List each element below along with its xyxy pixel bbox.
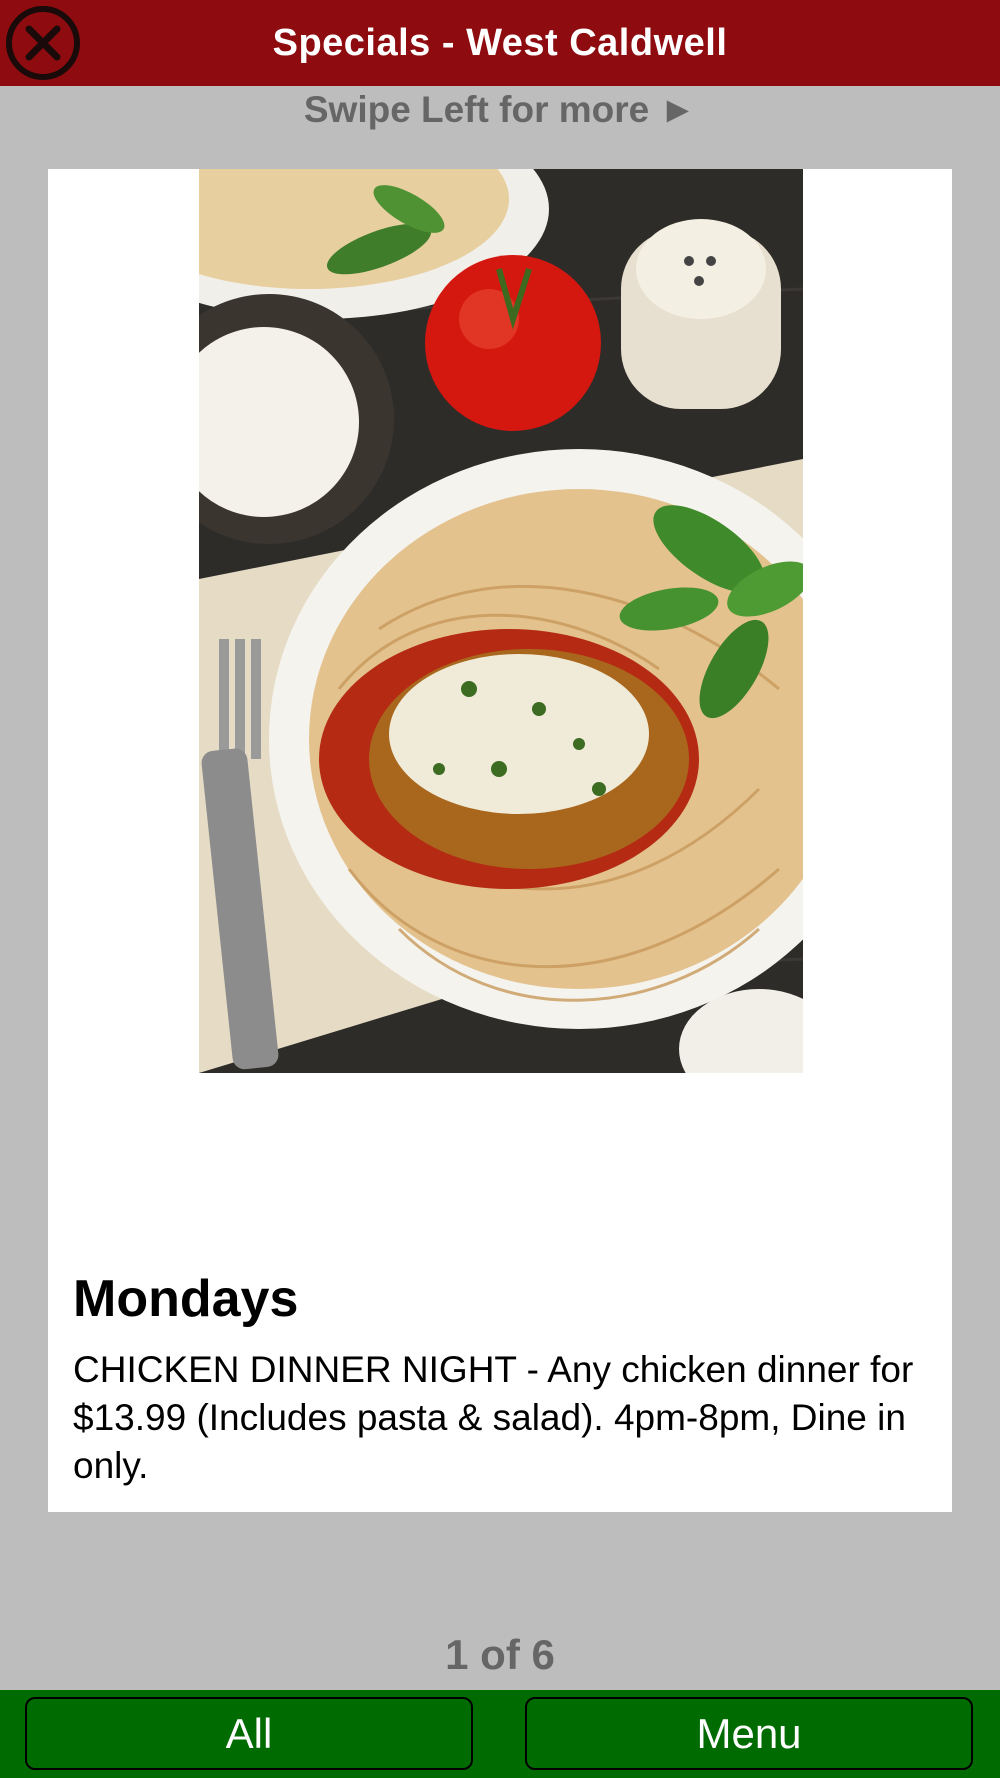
footer-bar: All Menu — [0, 1690, 1000, 1778]
special-photo — [199, 169, 803, 1073]
page-indicator: 1 of 6 — [445, 1631, 555, 1678]
swipe-hint: Swipe Left for more ► — [303, 89, 697, 130]
close-button[interactable] — [4, 4, 82, 82]
all-button[interactable]: All — [25, 1697, 473, 1770]
special-description: CHICKEN DINNER NIGHT - Any chicken dinne… — [73, 1349, 914, 1486]
page-title: Specials - West Caldwell — [272, 21, 728, 64]
header-bar: Specials - West Caldwell — [0, 0, 1000, 86]
menu-button[interactable]: Menu — [525, 1697, 973, 1770]
close-icon — [6, 6, 80, 80]
special-day-title: Mondays — [73, 1270, 299, 1328]
special-card[interactable]: Mondays CHICKEN DINNER NIGHT - Any chick… — [48, 169, 952, 1512]
